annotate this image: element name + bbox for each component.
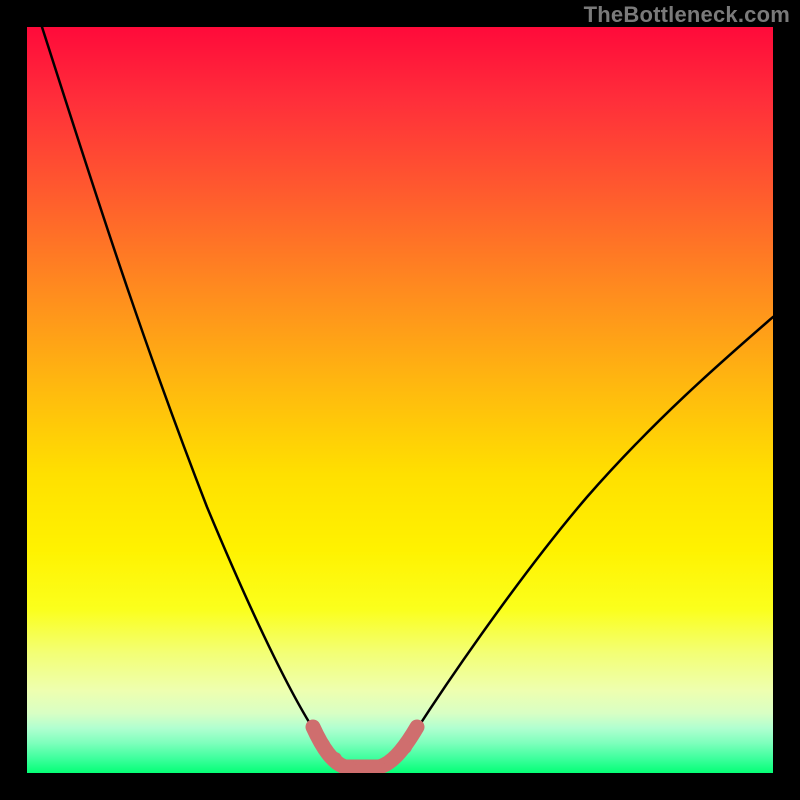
curve-layer	[27, 27, 773, 773]
chart-frame: TheBottleneck.com	[0, 0, 800, 800]
watermark-text: TheBottleneck.com	[584, 2, 790, 28]
plot-area	[27, 27, 773, 773]
main-curve	[42, 27, 773, 767]
